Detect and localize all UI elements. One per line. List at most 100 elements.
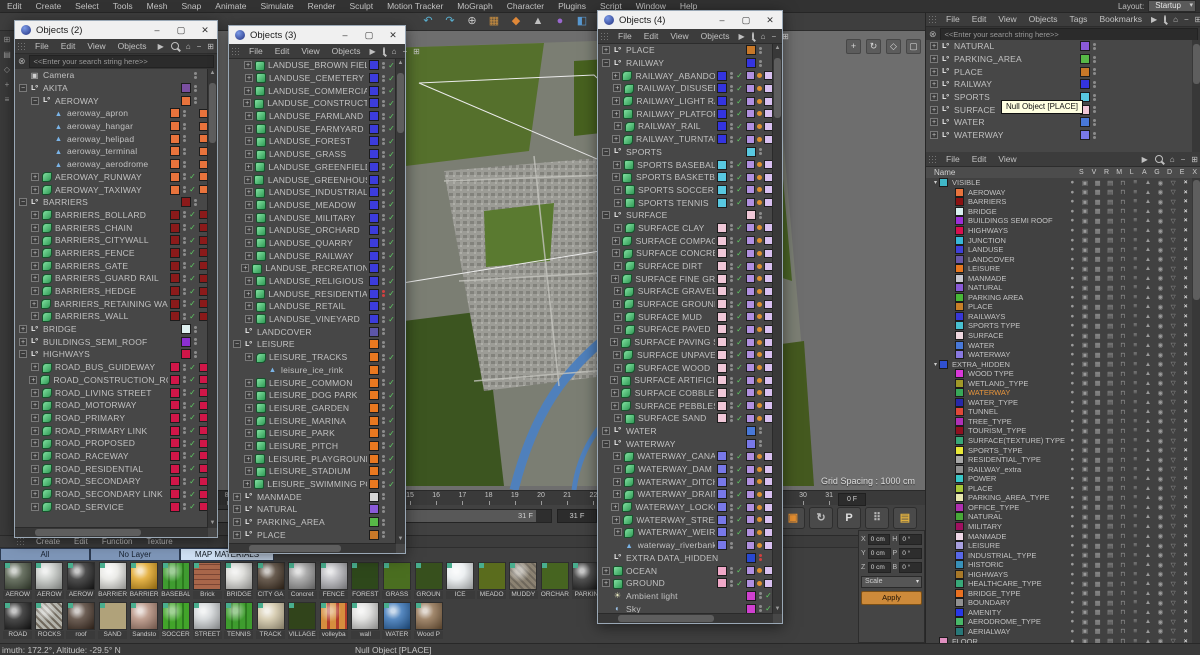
menu-view[interactable]: View [295,46,325,56]
tree-row[interactable]: +GROUND✓ [598,577,773,590]
visibility-dots[interactable] [183,224,186,231]
layer-toggle-icon[interactable]: ≡ [1129,275,1142,282]
layer-toggle-icon[interactable]: ▤ [1104,236,1117,244]
menu-texture[interactable]: Texture [141,537,179,546]
expand-toggle[interactable]: + [610,376,618,384]
layer-toggle-icon[interactable]: ≡ [1129,246,1142,253]
layer-toggle-icon[interactable]: ▲ [1142,533,1155,540]
layer-row[interactable]: PLACE●▣▦▤⊓≡▲◉▽× [926,302,1192,312]
layer-toggle-icon[interactable]: ● [1066,275,1079,282]
uvw-tag-icon[interactable] [757,543,762,548]
right-tree-scrollbar[interactable] [1192,40,1200,152]
layer-toggle-icon[interactable]: ▽ [1167,255,1180,263]
layer-toggle-icon[interactable]: ⊓ [1116,255,1129,263]
visibility-dots[interactable] [382,239,385,246]
search-icon[interactable] [171,42,179,50]
layer-row[interactable]: AERIALWAY●▣▦▤⊓≡▲◉▽× [926,627,1192,637]
layer-toggle-icon[interactable]: ▲ [1142,418,1155,425]
expand-toggle[interactable]: + [245,442,253,450]
material-tag-icon[interactable] [746,566,755,575]
visibility-dots[interactable] [194,85,197,92]
material-tag-icon[interactable] [746,503,755,512]
expand-toggle[interactable]: + [245,379,253,387]
enabled-check-icon[interactable]: ✓ [735,414,744,423]
expand-toggle[interactable]: + [930,118,938,126]
objects-window-2[interactable]: Objects (2) – ▢ ✕ FileEditViewObjects▶⌂−… [14,20,218,538]
layer-row[interactable]: HIGHWAYS●▣▦▤⊓≡▲◉▽× [926,226,1192,236]
tree-row[interactable]: +LANDUSE_MEADOW✓ [229,199,396,212]
layer-toggle-icon[interactable]: ▦ [1091,580,1104,588]
layer-toggle-icon[interactable]: ◉ [1154,255,1167,263]
layer-toggle-icon[interactable]: × [1179,303,1192,310]
layer-toggle-icon[interactable]: × [1179,599,1192,606]
layer-toggle-icon[interactable]: ▣ [1079,389,1092,397]
expand-toggle[interactable]: + [244,61,252,69]
expand-toggle[interactable]: + [612,110,620,118]
enabled-check-icon[interactable]: ✓ [188,451,197,460]
expand-toggle[interactable]: + [244,176,252,184]
layer-toggle-icon[interactable]: ⊓ [1116,513,1129,521]
layer-row[interactable]: AEROWAY●▣▦▤⊓≡▲◉▽× [926,188,1192,198]
layer-toggle-icon[interactable]: ≡ [1129,456,1142,463]
material-thumbnail[interactable] [162,602,190,630]
tree-row[interactable]: +AEROWAY_RUNWAY✓ [15,171,208,184]
layer-toggle-icon[interactable]: ▽ [1167,551,1180,559]
layer-toggle-icon[interactable]: ▣ [1079,207,1092,215]
expand-toggle[interactable]: + [245,277,253,285]
expand-toggle[interactable]: + [245,112,253,120]
expand-toggle[interactable]: + [31,477,39,485]
layer-toggle-icon[interactable]: ▤ [1104,618,1117,626]
expand-toggle[interactable]: + [245,226,253,234]
menu-file[interactable]: File [29,41,55,51]
tree-row[interactable]: +LºPARKING_AREA [229,516,396,529]
tree-row[interactable]: +WATERWAY_WEIR✓ [598,526,773,539]
layer-toggle-icon[interactable]: ◉ [1154,322,1167,330]
layer-toggle-icon[interactable]: ⊓ [1116,379,1129,387]
layer-toggle-icon[interactable]: ▣ [1079,618,1092,626]
visibility-dots[interactable] [1093,43,1096,50]
menu-select[interactable]: Select [68,1,106,11]
layer-toggle-icon[interactable]: ▤ [1104,293,1117,301]
material-item[interactable]: AEROW [65,562,97,599]
layer-toggle-icon[interactable]: ▤ [1104,322,1117,330]
minimize-button[interactable]: – [145,21,169,39]
expand-toggle[interactable]: + [614,122,622,130]
layer-toggle-icon[interactable]: ▦ [1091,217,1104,225]
layer-row[interactable]: JUNCTION●▣▦▤⊓≡▲◉▽× [926,235,1192,245]
layer-toggle-icon[interactable]: ⊓ [1116,408,1129,416]
layer-toggle-icon[interactable]: ≡ [1129,399,1142,406]
layer-toggle-icon[interactable]: ● [1066,399,1079,406]
uvw-tag-icon[interactable] [757,467,762,472]
expand-toggle[interactable]: + [245,252,253,260]
layer-toggle-icon[interactable]: ▦ [1091,255,1104,263]
layer-toggle-icon[interactable]: ▽ [1167,217,1180,225]
enabled-check-icon[interactable]: ✓ [188,401,197,410]
layer-toggle-icon[interactable]: ≡ [1129,494,1142,501]
material-item[interactable]: GRASS [381,562,413,599]
tree-row[interactable]: +BARRIERS_HEDGE✓ [15,285,208,298]
layer-toggle-icon[interactable]: ▽ [1167,456,1180,464]
uvw-tag-icon[interactable] [757,200,762,205]
expand-toggle[interactable]: + [602,579,610,587]
panel-icon[interactable]: ⊞ [779,32,792,41]
layer-toggle-icon[interactable]: ▤ [1104,284,1117,292]
visibility-dots[interactable] [382,417,385,424]
layer-toggle-icon[interactable]: ≡ [1129,552,1142,559]
visibility-dots[interactable] [1093,119,1096,126]
layer-toggle-icon[interactable]: ▽ [1167,532,1180,540]
material-item[interactable]: volleyba [318,602,350,639]
layer-toggle-icon[interactable]: ▣ [1079,370,1092,378]
expand-toggle[interactable]: + [31,186,39,194]
tree-row[interactable]: +LºPARKING_AREA [926,53,1192,66]
material-item[interactable]: ICE [444,562,476,599]
layer-toggle-icon[interactable]: ▦ [1091,198,1104,206]
minimize-button[interactable]: – [710,11,734,29]
layer-toggle-icon[interactable]: ▲ [1142,198,1155,205]
layer-toggle-icon[interactable]: ◉ [1154,503,1167,511]
layer-toggle-icon[interactable]: ⊓ [1116,542,1129,550]
visibility-dots[interactable] [183,173,186,180]
layer-toggle-icon[interactable]: ▣ [1079,379,1092,387]
menu-render[interactable]: Render [301,1,343,11]
layer-toggle-icon[interactable]: ▲ [1142,561,1155,568]
layer-toggle-icon[interactable]: ⊓ [1116,417,1129,425]
